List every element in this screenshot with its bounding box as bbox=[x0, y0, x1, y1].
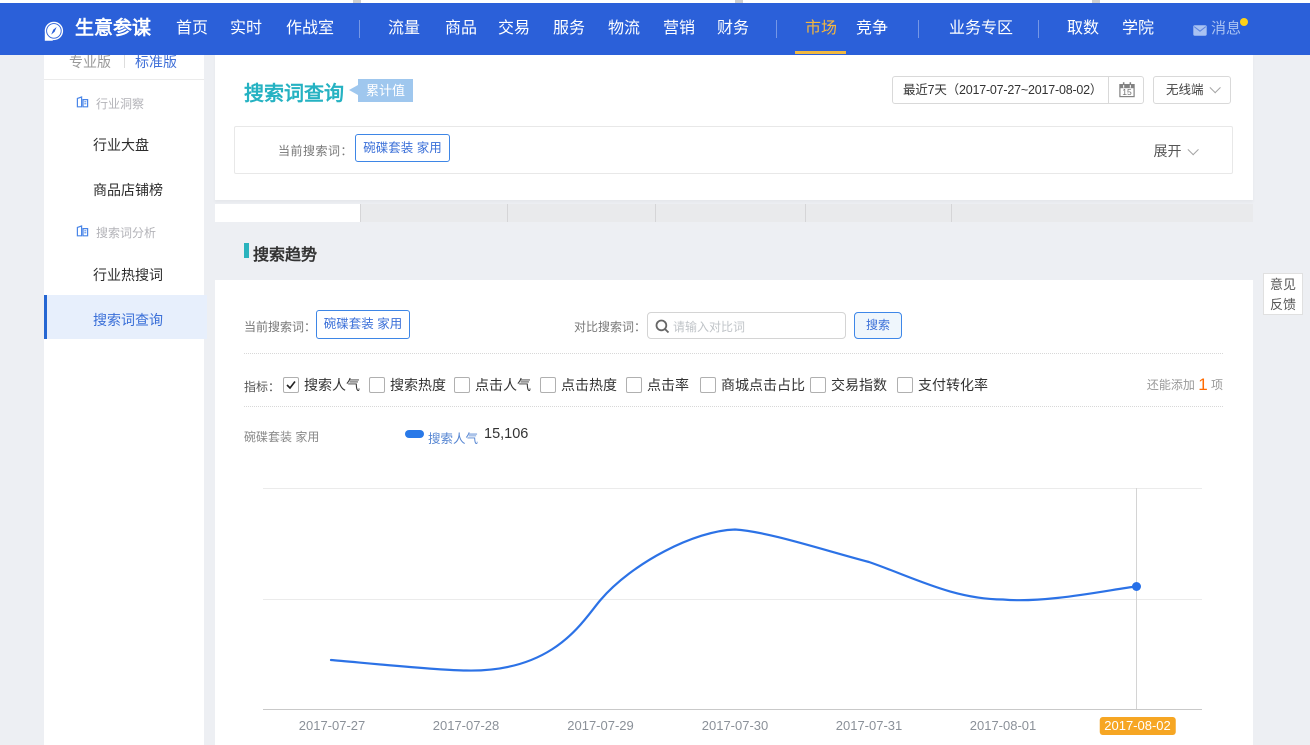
svg-text:15: 15 bbox=[1122, 87, 1132, 97]
